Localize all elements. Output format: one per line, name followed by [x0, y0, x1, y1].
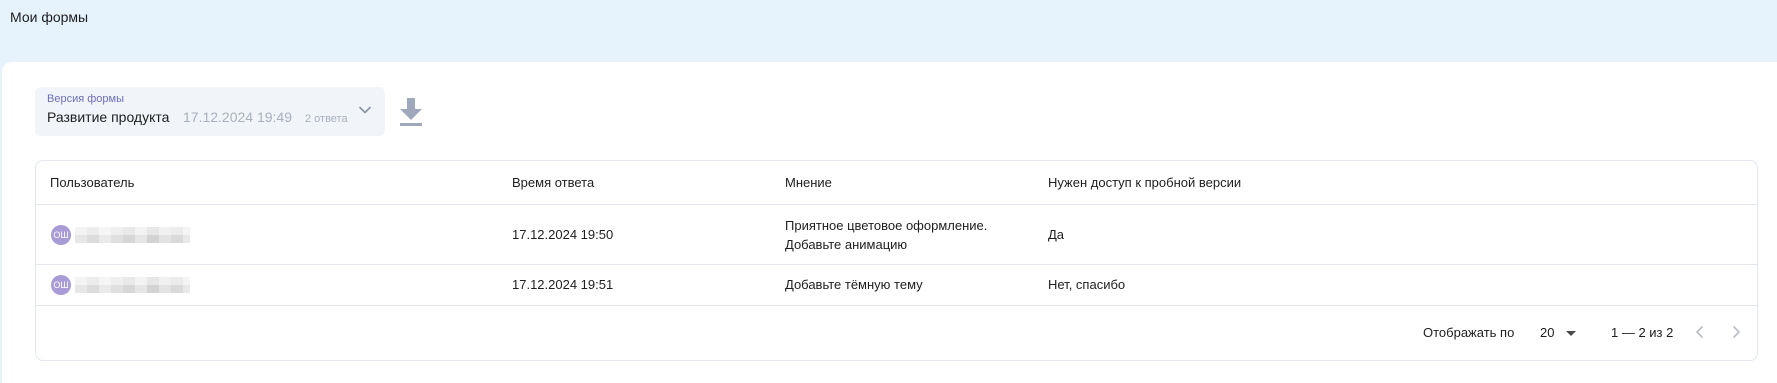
form-version-date: 17.12.2024 19:49 [183, 109, 292, 125]
form-version-select[interactable]: Версия формы Развитие продукта 17.12.202… [35, 87, 385, 136]
column-header-user[interactable]: Пользователь [50, 175, 134, 190]
page-range: 1 — 2 из 2 [1611, 325, 1674, 340]
page-title: Мои формы [10, 9, 89, 25]
form-version-answers-count: 2 ответа [305, 113, 348, 125]
pagination: Отображать по 20 1 — 2 из 2 [36, 307, 1757, 361]
response-time: 17.12.2024 19:50 [512, 227, 614, 242]
page-size-label: Отображать по [1423, 325, 1515, 340]
access-value: Нет, спасибо [1048, 277, 1126, 292]
opinion-text: Добавьте тёмную тему [785, 277, 923, 292]
table-row[interactable]: ОШ 17.12.2024 19:50 Приятное цветовое оф… [36, 205, 1757, 265]
form-version-caption: Версия формы [47, 93, 124, 105]
chevron-down-icon[interactable] [358, 103, 372, 117]
page-size-select[interactable]: 20 [1540, 325, 1554, 340]
user-name-redacted [75, 277, 190, 293]
page-header: Мои формы [0, 0, 1777, 62]
user-name-redacted [75, 227, 190, 243]
chevron-left-icon[interactable] [1692, 324, 1708, 340]
table-row[interactable]: ОШ 17.12.2024 19:51 Добавьте тёмную тему… [36, 265, 1757, 306]
chevron-right-icon[interactable] [1728, 324, 1744, 340]
caret-down-icon[interactable] [1566, 331, 1576, 336]
response-time: 17.12.2024 19:51 [512, 277, 614, 292]
opinion-text-line1: Приятное цветовое оформление. [785, 218, 988, 233]
column-header-time[interactable]: Время ответа [512, 175, 594, 190]
access-value: Да [1048, 227, 1065, 242]
avatar: ОШ [51, 275, 71, 295]
column-header-access[interactable]: Нужен доступ к пробной версии [1048, 175, 1241, 190]
table-header: Пользователь Время ответа Мнение Нужен д… [36, 161, 1757, 205]
avatar: ОШ [51, 225, 71, 245]
responses-card: Версия формы Развитие продукта 17.12.202… [2, 62, 1777, 383]
form-version-name: Развитие продукта [47, 109, 170, 125]
opinion-text-line2: Добавьте анимацию [785, 237, 908, 252]
column-header-opinion[interactable]: Мнение [785, 175, 832, 190]
responses-table: Пользователь Время ответа Мнение Нужен д… [35, 160, 1758, 361]
download-icon[interactable] [398, 97, 424, 127]
